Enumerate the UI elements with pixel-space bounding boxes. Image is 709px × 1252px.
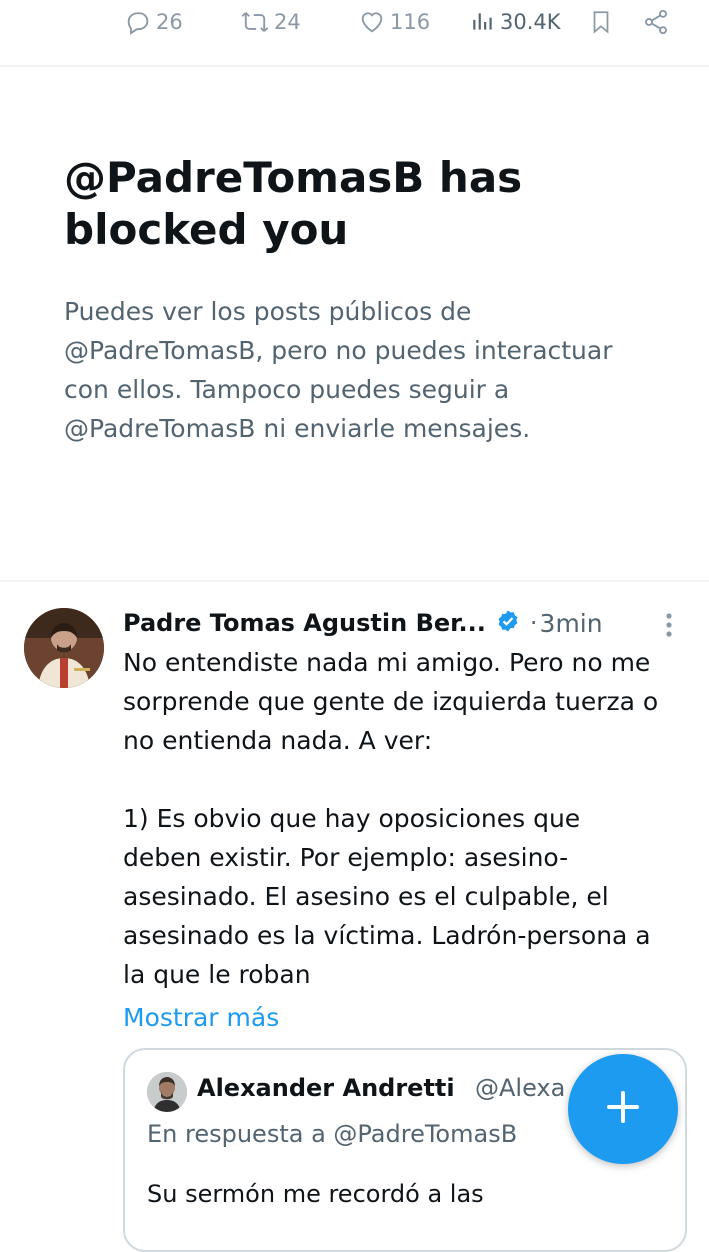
blocked-title: @PadreTomasB has blocked you — [64, 153, 523, 254]
author-name[interactable]: Padre Tomas Agustin Ber... — [123, 609, 486, 637]
like-button[interactable]: 116 — [358, 8, 430, 36]
reply-count: 26 — [156, 10, 183, 34]
share-button[interactable] — [642, 8, 670, 36]
divider — [0, 65, 709, 67]
quote-text: Su sermón me recordó a las — [147, 1180, 484, 1208]
blocked-description: Puedes ver los posts públicos de @PadreT… — [64, 297, 613, 443]
post-action-bar: 26 24 116 30.4K — [0, 0, 709, 46]
more-options-button[interactable] — [659, 610, 679, 644]
more-options-icon — [659, 613, 679, 644]
verified-badge-icon — [496, 609, 520, 637]
like-count: 116 — [390, 10, 431, 34]
views-icon — [470, 8, 496, 36]
reply-button[interactable]: 26 — [124, 8, 183, 36]
show-more-link[interactable]: Mostrar más — [123, 998, 279, 1037]
quote-author-handle: @Alexa — [475, 1074, 566, 1102]
quote-author-name: Alexander Andretti — [197, 1074, 455, 1102]
divider — [0, 580, 709, 582]
reply-icon — [124, 8, 152, 36]
repost-icon — [240, 8, 270, 36]
tweet-header: Padre Tomas Agustin Ber... · 3min — [123, 603, 603, 643]
compose-plus-icon — [603, 1087, 643, 1131]
views-button[interactable]: 30.4K — [470, 8, 561, 36]
quote-reply-context: En respuesta a @PadreTomasB — [147, 1120, 518, 1148]
bookmark-icon — [588, 8, 614, 36]
views-count: 30.4K — [500, 10, 561, 34]
separator-dot: · — [529, 609, 538, 637]
avatar[interactable] — [24, 608, 104, 688]
post-time[interactable]: 3min — [540, 609, 603, 638]
compose-button[interactable] — [568, 1054, 678, 1164]
share-icon — [642, 8, 670, 36]
repost-count: 24 — [274, 10, 301, 34]
like-icon — [358, 8, 386, 36]
repost-button[interactable]: 24 — [240, 8, 301, 36]
tweet-text: No entendiste nada mi amigo. Pero no me … — [123, 648, 659, 989]
quote-avatar — [147, 1072, 187, 1112]
bookmark-button[interactable] — [588, 8, 614, 36]
